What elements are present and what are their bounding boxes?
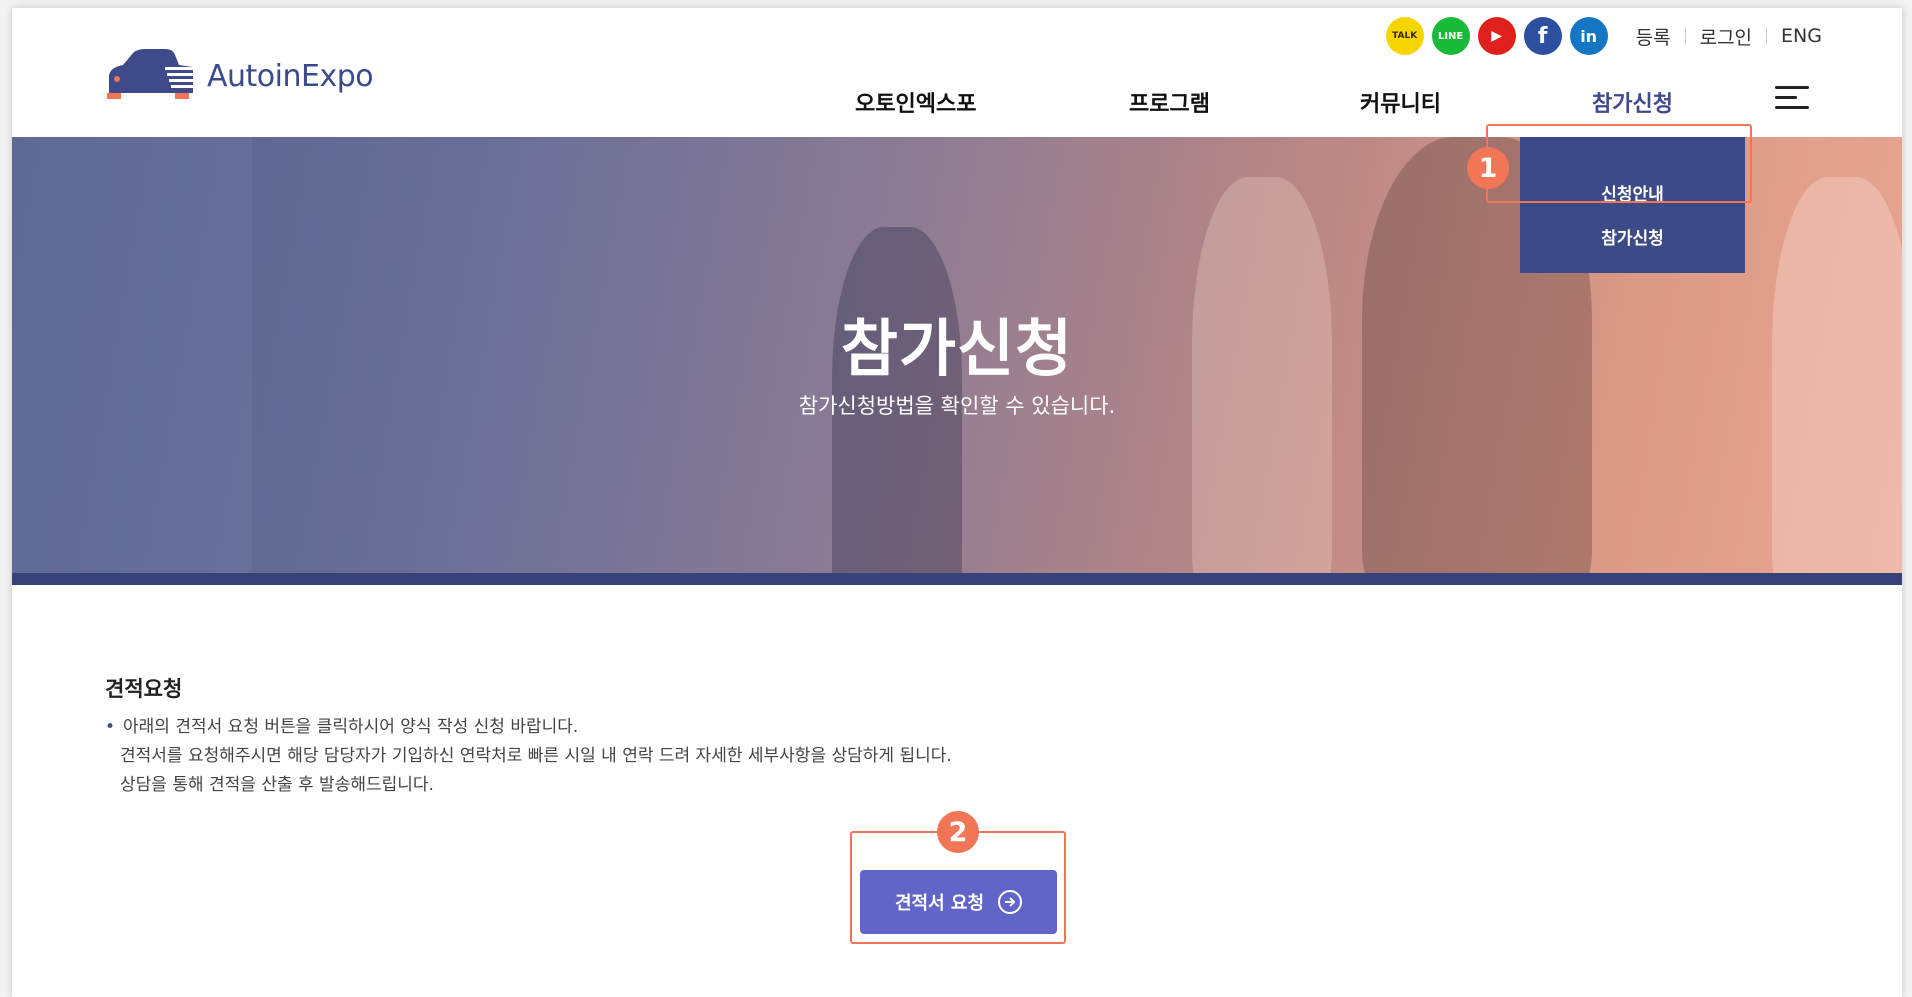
browser-frame: AutoinExpo TALK LINE ▶ f in 등록 로그인 ENG 오… (12, 8, 1902, 997)
menu-icon[interactable] (1775, 84, 1809, 112)
login-link[interactable]: 로그인 (1700, 23, 1752, 50)
step-badge-2: 2 (937, 811, 979, 853)
site-header: AutoinExpo TALK LINE ▶ f in 등록 로그인 ENG 오… (12, 8, 1902, 137)
linkedin-icon[interactable]: in (1569, 17, 1608, 55)
description: • 아래의 견적서 요청 버튼을 클릭하시어 양식 작성 신청 바랍니다. 견적서… (105, 713, 952, 800)
arrow-right-circle-icon (998, 890, 1023, 914)
description-line: 상담을 통해 견적을 산출 후 발송해드립니다. (120, 775, 434, 795)
nav-item-apply[interactable]: 참가신청 (1592, 86, 1673, 118)
nav-item-autoinexpo[interactable]: 오토인엑스포 (855, 86, 976, 118)
request-quote-button[interactable]: 견적서 요청 (860, 870, 1057, 934)
divider (1684, 27, 1686, 45)
divider (1766, 27, 1768, 45)
page-subtitle: 참가신청방법을 확인할 수 있습니다. (798, 394, 1116, 418)
page-title: 참가신청 (840, 312, 1074, 385)
request-quote-label: 견적서 요청 (894, 893, 985, 914)
bullet-icon: • (105, 717, 116, 737)
top-utility-bar: TALK LINE ▶ f in 등록 로그인 ENG (1378, 17, 1822, 55)
description-line: 견적서를 요청해주시면 해당 담당자가 기입하신 연락처로 빠른 시일 내 연락… (120, 746, 952, 766)
register-link[interactable]: 등록 (1636, 23, 1671, 50)
hero-bottom-bar (12, 573, 1902, 585)
section-title: 견적요청 (105, 677, 183, 701)
english-link[interactable]: ENG (1781, 25, 1822, 47)
description-line: 아래의 견적서 요청 버튼을 클릭하시어 양식 작성 신청 바랍니다. (123, 717, 579, 737)
line-icon[interactable]: LINE (1431, 17, 1470, 55)
nav-item-program[interactable]: 프로그램 (1129, 86, 1210, 118)
kakaotalk-icon[interactable]: TALK (1385, 17, 1424, 55)
step-badge-1: 1 (1467, 147, 1509, 189)
facebook-icon[interactable]: f (1523, 17, 1562, 55)
account-links: 등록 로그인 ENG (1636, 23, 1822, 50)
youtube-icon[interactable]: ▶ (1477, 17, 1516, 55)
highlight-box-1 (1486, 124, 1752, 203)
dropdown-item-apply[interactable]: 참가신청 (1520, 224, 1745, 249)
main-nav: 오토인엑스포 프로그램 커뮤니티 참가신청 (12, 86, 1902, 122)
nav-item-community[interactable]: 커뮤니티 (1360, 86, 1441, 118)
